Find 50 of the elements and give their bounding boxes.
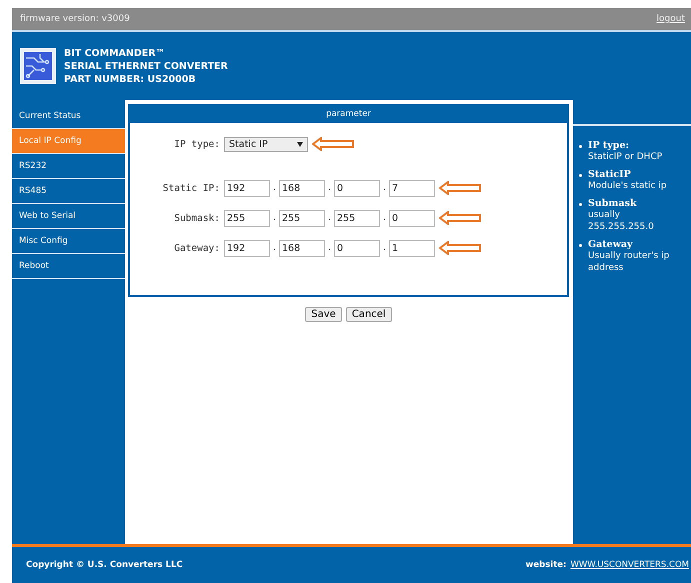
octet-field[interactable]: 255 [224,210,270,226]
field-label: Submask: [173,212,220,224]
website-link[interactable]: WWW.USCONVERTERS.COM [570,560,689,570]
ip-type-dropdown[interactable]: Static IP [224,136,308,152]
help-text: Module's static ip [588,180,667,192]
dot-separator: . [327,213,332,223]
field-label: Static IP: [162,182,220,194]
dot-separator: . [382,183,387,193]
bullet-icon [579,174,582,177]
dot-separator: . [327,183,332,193]
octet-field[interactable]: 0 [334,180,380,196]
dot-separator: . [382,243,387,253]
octet-field[interactable]: 168 [279,180,325,196]
octet-field[interactable]: 192 [224,180,270,196]
field-label: IP type: [173,138,220,150]
header-title: SERIAL ETHERNET CONVERTER [64,60,228,72]
field-label: Gateway: [173,242,220,254]
dot-separator: . [272,183,277,193]
help-title: StaticIP [588,169,632,180]
octet-field[interactable]: 1 [389,240,435,256]
header-title: PART NUMBER: US2000B [64,74,197,84]
help-text: Usually router's ip address [588,250,670,274]
caret-icon [297,142,303,146]
bullet-icon [579,145,582,148]
save-button[interactable]: Save [305,307,342,322]
panel-header: parameter [128,104,569,123]
help-text: StaticIP or DHCP [588,151,662,163]
bullet-icon [579,244,582,247]
octet-field[interactable]: 0 [389,210,435,226]
dot-separator: . [272,213,277,223]
website-label: website: [526,560,566,570]
header-title: BIT COMMANDER™ [64,48,166,58]
logo-icon [20,48,56,84]
bullet-icon [579,203,582,206]
octet-field[interactable]: 255 [334,210,380,226]
octet-field[interactable]: 192 [224,240,270,256]
help-title: IP type: [588,140,630,151]
copyright-text: Copyright © U.S. Converters LLC [26,560,183,570]
dot-separator: . [382,213,387,223]
cancel-button[interactable]: Cancel [346,307,392,322]
help-text: usually 255.255.255.0 [588,209,655,233]
octet-field[interactable]: 0 [334,240,380,256]
octet-field[interactable]: 168 [279,240,325,256]
firmware-version: firmware version: v3009 [20,14,130,24]
help-title: Submask [588,198,638,209]
dot-separator: . [272,243,277,253]
dot-separator: . [327,243,332,253]
help-title: Gateway [588,239,634,250]
octet-field[interactable]: 255 [279,210,325,226]
octet-field[interactable]: 7 [389,180,435,196]
